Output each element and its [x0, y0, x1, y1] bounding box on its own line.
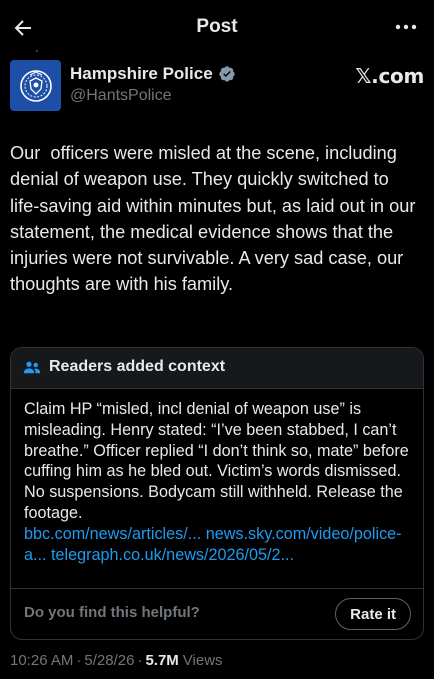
avatar[interactable]: [10, 60, 61, 111]
police-crest-icon: [19, 69, 52, 102]
top-bar: Post: [0, 0, 434, 56]
author-name[interactable]: Hampshire Police: [70, 64, 213, 84]
post-text: Our officers were misled at the scene, i…: [10, 143, 421, 295]
decorative-dot: [36, 50, 38, 52]
note-link-bbc[interactable]: bbc.com/news/articles/...: [24, 525, 201, 543]
rate-it-button[interactable]: Rate it: [335, 598, 411, 630]
post-meta: 10:26 AM · 5/28/26 · 5.7M Views: [10, 652, 223, 669]
community-note-footer: Do you find this helpful? Rate it: [11, 588, 423, 639]
community-note-header: Readers added context: [11, 348, 423, 389]
community-note-text: Claim HP “misled, incl denial of weapon …: [24, 400, 409, 522]
community-note-card: Readers added context Claim HP “misled, …: [10, 347, 424, 640]
meta-separator: ·: [76, 652, 82, 669]
post-date[interactable]: 5/28/26: [84, 652, 134, 669]
community-note-body: Claim HP “misled, incl denial of weapon …: [24, 399, 414, 565]
post-time[interactable]: 10:26 AM: [10, 652, 73, 669]
people-icon: [23, 361, 41, 374]
more-horizontal-icon: [395, 24, 417, 30]
community-note-links: bbc.com/news/articles/... news.sky.com/v…: [24, 524, 414, 566]
verified-badge-icon: [218, 65, 236, 83]
views-count: 5.7M: [145, 652, 179, 669]
meta-separator-2: ·: [137, 652, 143, 669]
views-label: Views: [182, 652, 223, 669]
page-title: Post: [196, 16, 238, 37]
note-link-telegraph[interactable]: telegraph.co.uk/news/2026/05/2...: [51, 546, 294, 564]
author-handle[interactable]: @HantsPolice: [70, 87, 172, 105]
x-com-label: 𝕏.com: [355, 64, 424, 88]
more-options-button[interactable]: [392, 16, 420, 38]
helpful-question: Do you find this helpful?: [24, 604, 200, 621]
author-block: Hampshire Police @HantsPolice 𝕏.com: [10, 60, 424, 112]
community-note-title: Readers added context: [49, 358, 226, 375]
